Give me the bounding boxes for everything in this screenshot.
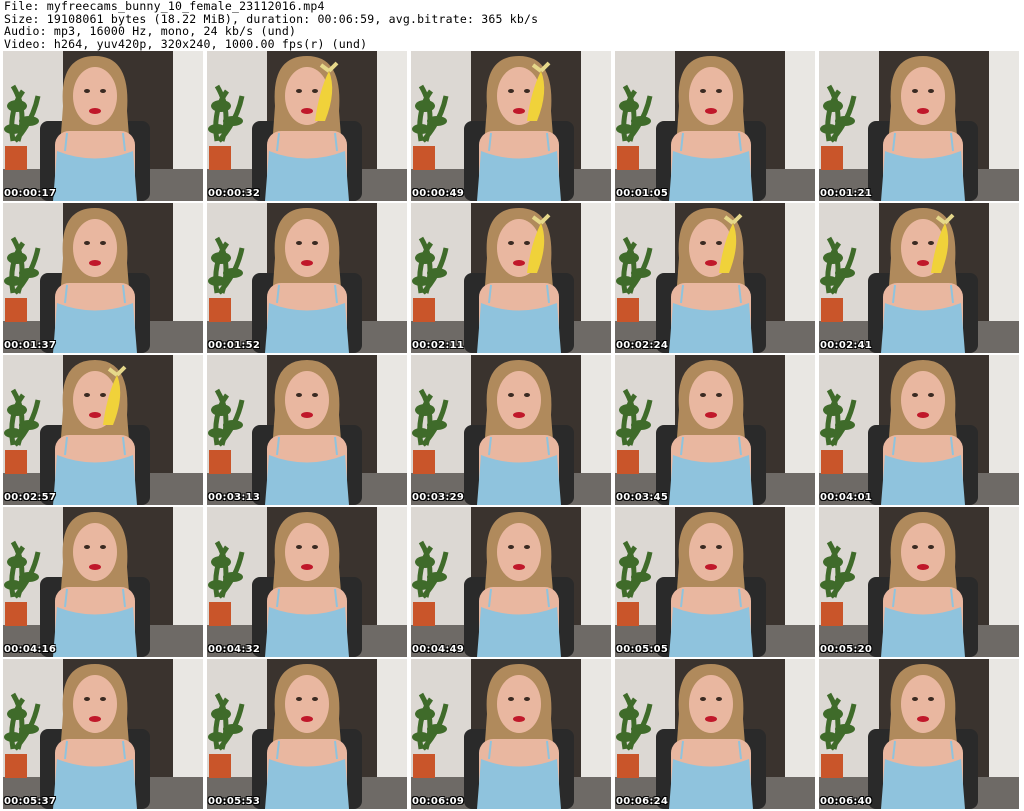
frame-timestamp: 00:04:01 — [820, 492, 873, 503]
video-frame-thumbnail: 00:02:24 — [615, 203, 815, 353]
frame-timestamp: 00:05:53 — [208, 796, 261, 807]
frame-timestamp: 00:03:45 — [616, 492, 669, 503]
video-frame-thumbnail: 00:04:49 — [411, 507, 611, 657]
frame-timestamp: 00:01:37 — [4, 340, 57, 351]
frame-timestamp: 00:02:24 — [616, 340, 669, 351]
thumbnail-grid: 00:00:17 00:00:32 00:00:49 00:01:05 00:0… — [3, 51, 1023, 811]
video-frame-thumbnail: 00:05:37 — [3, 659, 203, 809]
video-frame-thumbnail: 00:03:45 — [615, 355, 815, 505]
video-frame-thumbnail: 00:05:05 — [615, 507, 815, 657]
video-frame-thumbnail: 00:04:32 — [207, 507, 407, 657]
video-frame-thumbnail: 00:01:21 — [819, 51, 1019, 201]
video-frame-thumbnail: 00:06:40 — [819, 659, 1019, 809]
frame-timestamp: 00:01:05 — [616, 188, 669, 199]
frame-timestamp: 00:05:05 — [616, 644, 669, 655]
file-info-header: File: myfreecams_bunny_10_female_2311201… — [4, 0, 538, 50]
frame-timestamp: 00:02:11 — [412, 340, 465, 351]
frame-timestamp: 00:00:49 — [412, 188, 465, 199]
frame-timestamp: 00:04:16 — [4, 644, 57, 655]
video-frame-thumbnail: 00:05:53 — [207, 659, 407, 809]
video-frame-thumbnail: 00:01:05 — [615, 51, 815, 201]
frame-timestamp: 00:00:32 — [208, 188, 261, 199]
frame-timestamp: 00:01:52 — [208, 340, 261, 351]
video-frame-thumbnail: 00:00:49 — [411, 51, 611, 201]
video-frame-thumbnail: 00:02:57 — [3, 355, 203, 505]
frame-timestamp: 00:06:40 — [820, 796, 873, 807]
video-frame-thumbnail: 00:00:32 — [207, 51, 407, 201]
video-frame-thumbnail: 00:02:11 — [411, 203, 611, 353]
video-frame-thumbnail: 00:05:20 — [819, 507, 1019, 657]
video-line: Video: h264, yuv420p, 320x240, 1000.00 f… — [4, 36, 368, 51]
frame-timestamp: 00:04:32 — [208, 644, 261, 655]
frame-timestamp: 00:05:20 — [820, 644, 873, 655]
frame-timestamp: 00:05:37 — [4, 796, 57, 807]
video-frame-thumbnail: 00:01:37 — [3, 203, 203, 353]
frame-timestamp: 00:06:09 — [412, 796, 465, 807]
frame-timestamp: 00:06:24 — [616, 796, 669, 807]
audio-line: Audio: mp3, 16000 Hz, mono, 24 kb/s (und… — [4, 24, 297, 38]
frame-timestamp: 00:01:21 — [820, 188, 873, 199]
video-frame-thumbnail: 00:03:13 — [207, 355, 407, 505]
video-frame-thumbnail: 00:04:01 — [819, 355, 1019, 505]
file-name-line: File: myfreecams_bunny_10_female_2311201… — [4, 0, 325, 13]
video-frame-thumbnail: 00:03:29 — [411, 355, 611, 505]
video-frame-thumbnail: 00:04:16 — [3, 507, 203, 657]
frame-timestamp: 00:03:29 — [412, 492, 465, 503]
video-frame-thumbnail: 00:02:41 — [819, 203, 1019, 353]
video-frame-thumbnail: 00:06:09 — [411, 659, 611, 809]
frame-timestamp: 00:00:17 — [4, 188, 57, 199]
video-frame-thumbnail: 00:00:17 — [3, 51, 203, 201]
frame-timestamp: 00:02:57 — [4, 492, 57, 503]
frame-timestamp: 00:03:13 — [208, 492, 261, 503]
frame-timestamp: 00:02:41 — [820, 340, 873, 351]
video-frame-thumbnail: 00:06:24 — [615, 659, 815, 809]
frame-timestamp: 00:04:49 — [412, 644, 465, 655]
video-frame-thumbnail: 00:01:52 — [207, 203, 407, 353]
